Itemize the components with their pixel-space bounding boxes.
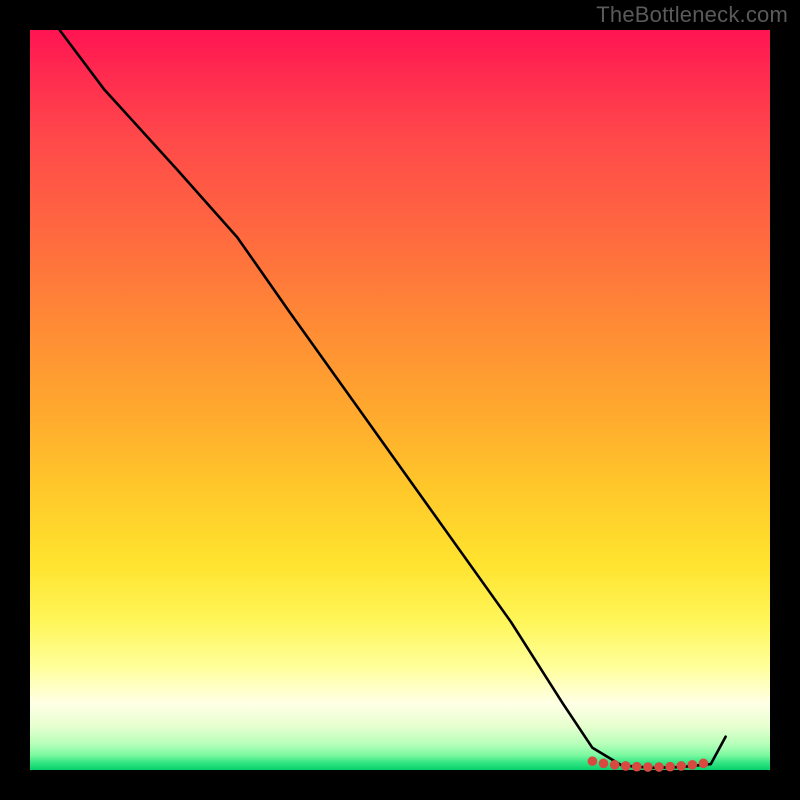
chart-svg [30, 30, 770, 770]
chart-line [60, 30, 726, 768]
marker-group [588, 756, 709, 772]
highlight-point [654, 762, 664, 772]
attribution-text: TheBottleneck.com [596, 2, 788, 28]
highlight-point [599, 759, 609, 769]
highlight-point [632, 762, 642, 772]
highlight-point [699, 759, 709, 769]
highlight-point [621, 761, 631, 771]
highlight-point [610, 760, 620, 770]
highlight-point [688, 760, 698, 770]
plot-area [30, 30, 770, 770]
highlight-point [588, 756, 598, 766]
highlight-point [643, 762, 653, 772]
highlight-point [676, 761, 686, 771]
highlight-point [665, 762, 675, 772]
chart-frame: TheBottleneck.com [0, 0, 800, 800]
